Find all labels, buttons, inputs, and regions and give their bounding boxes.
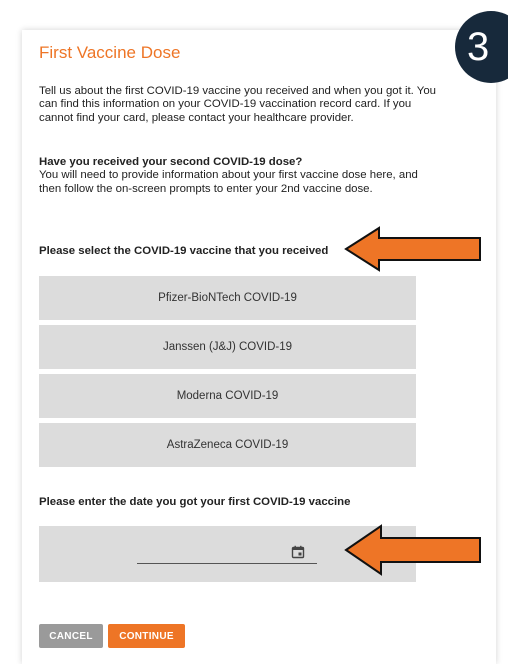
vaccine-option-janssen[interactable]: Janssen (J&J) COVID-19: [39, 325, 416, 369]
vaccine-options: Pfizer-BioNTech COVID-19 Janssen (J&J) C…: [39, 276, 416, 472]
arrow-left-icon: [344, 524, 481, 576]
cancel-button[interactable]: CANCEL: [39, 624, 103, 648]
arrow-left-icon: [344, 226, 481, 272]
intro-text: Tell us about the first COVID-19 vaccine…: [39, 85, 437, 124]
page-title: First Vaccine Dose: [39, 43, 181, 62]
vaccine-option-pfizer[interactable]: Pfizer-BioNTech COVID-19: [39, 276, 416, 320]
date-label: Please enter the date you got your first…: [39, 496, 351, 508]
date-input-underline: [137, 563, 317, 564]
vaccine-select-label: Please select the COVID-19 vaccine that …: [39, 245, 329, 257]
second-dose-section: Have you received your second COVID-19 d…: [39, 156, 439, 196]
second-dose-heading: Have you received your second COVID-19 d…: [39, 156, 303, 168]
vaccine-option-astrazeneca[interactable]: AstraZeneca COVID-19: [39, 423, 416, 467]
continue-button[interactable]: CONTINUE: [108, 624, 185, 648]
second-dose-text: You will need to provide information abo…: [39, 169, 418, 195]
calendar-icon[interactable]: [291, 545, 305, 559]
vaccine-option-moderna[interactable]: Moderna COVID-19: [39, 374, 416, 418]
